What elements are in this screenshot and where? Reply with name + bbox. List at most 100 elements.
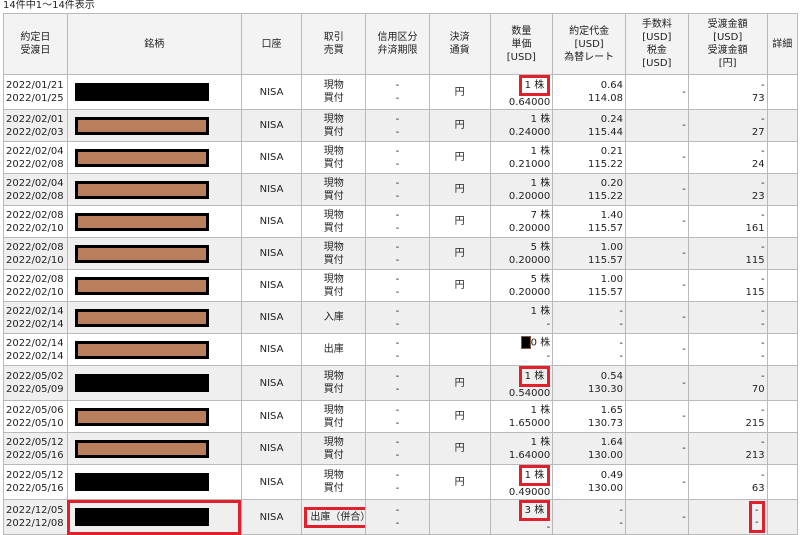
- qty-price-cell: 1 株 1.65000: [489, 400, 554, 433]
- detail-cell[interactable]: [766, 109, 799, 142]
- detail-cell[interactable]: [766, 400, 799, 433]
- qty-highlight: 1 株: [518, 75, 551, 96]
- detail-cell[interactable]: [766, 499, 799, 535]
- table-row: 2022/01/21 2022/01/25 NISA 現物 買付 - - 円 1 株 0.6400…: [3, 74, 799, 110]
- redacted-stock-name: [74, 83, 209, 101]
- table-row: 2022/02/04 2022/02/08 NISA 現物 買付 - - 円 1 株 0.2000…: [3, 173, 799, 206]
- redacted-stock-name: [74, 244, 209, 263]
- recv-highlight: --: [749, 501, 765, 533]
- credit-cell: --: [365, 499, 430, 535]
- stock-name-cell[interactable]: [66, 464, 242, 500]
- trade-date-cell: 2022/01/21 2022/01/25: [3, 74, 68, 110]
- qty-price-cell: 1 株 1.64000: [489, 432, 554, 465]
- col-header-detail: 詳細: [766, 13, 799, 75]
- stock-name-cell[interactable]: [66, 269, 242, 302]
- qty-price-cell: 0 株-: [489, 333, 554, 366]
- detail-cell[interactable]: [766, 301, 799, 334]
- stock-name-cell[interactable]: [66, 301, 242, 334]
- fee-tax-cell: -: [625, 109, 689, 142]
- fee-tax-cell: -: [625, 400, 689, 433]
- credit-cell: --: [365, 74, 430, 110]
- account-cell: NISA: [240, 109, 303, 142]
- detail-cell[interactable]: [766, 205, 799, 238]
- redacted-stock-name: [74, 439, 209, 458]
- col-header-account: 口座: [240, 13, 303, 75]
- col-header-settle: 決済 通貨: [428, 13, 491, 75]
- amount-rate-cell: 1.00 115.57: [552, 237, 627, 270]
- stock-name-cell[interactable]: [66, 74, 242, 110]
- credit-cell: --: [365, 432, 430, 465]
- detail-cell[interactable]: [766, 432, 799, 465]
- qty-price-cell: 1 株 0.20000: [489, 173, 554, 206]
- col-header-date[interactable]: 約定日 受渡日: [3, 13, 68, 75]
- col-header-recv: 受渡金額 [USD] 受渡金額 [円]: [687, 13, 768, 75]
- trade-type-cell: 現物 買付: [301, 237, 367, 270]
- account-cell: NISA: [240, 333, 303, 366]
- settlement-amount-cell: --: [687, 499, 768, 535]
- trade-date-cell: 2022/02/04 2022/02/08: [3, 141, 68, 174]
- amount-rate-cell: 1.64 130.00: [552, 432, 627, 465]
- credit-cell: --: [365, 269, 430, 302]
- amount-rate-cell: --: [552, 499, 627, 535]
- credit-cell: --: [365, 141, 430, 174]
- stock-name-cell[interactable]: [66, 141, 242, 174]
- trade-type-cell: 現物 買付: [301, 109, 367, 142]
- stock-name-cell[interactable]: [66, 400, 242, 433]
- table-row: 2022/02/08 2022/02/10 NISA 現物 買付 - - 円 7 株 0.2000…: [3, 205, 799, 238]
- trade-date-cell: 2022/02/14 2022/02/14: [3, 333, 68, 366]
- amount-rate-cell: 1.65 130.73: [552, 400, 627, 433]
- detail-cell[interactable]: [766, 237, 799, 270]
- stock-name-cell[interactable]: [66, 432, 242, 465]
- qty-price-cell: 7 株 0.20000: [489, 205, 554, 238]
- fee-tax-cell: -: [625, 237, 689, 270]
- qty-highlight: 1 株: [518, 465, 551, 486]
- detail-cell[interactable]: [766, 365, 799, 401]
- currency-cell: 円: [428, 400, 491, 433]
- stock-name-cell[interactable]: [66, 173, 242, 206]
- stock-name-cell[interactable]: [66, 499, 242, 535]
- settlement-amount-cell: -215: [687, 400, 768, 433]
- settlement-amount-cell: -73: [687, 74, 768, 110]
- table-header-row: 約定日 受渡日 銘柄 口座 取引 売買 信用区分 弁済期限 決済 通貨 数量 単価 [USD…: [3, 13, 799, 75]
- detail-cell[interactable]: [766, 141, 799, 174]
- stock-name-cell[interactable]: [66, 205, 242, 238]
- redacted-stock-name: [74, 374, 209, 392]
- account-cell: NISA: [240, 141, 303, 174]
- detail-cell[interactable]: [766, 74, 799, 110]
- currency-cell: 円: [428, 74, 491, 110]
- redacted-stock-name: [74, 340, 209, 359]
- table-row: 2022/05/12 2022/05/16 NISA 現物 買付 - - 円 1 株 1.6400…: [3, 432, 799, 465]
- stock-name-cell[interactable]: [66, 109, 242, 142]
- currency-cell: 円: [428, 269, 491, 302]
- currency-cell: 円: [428, 205, 491, 238]
- currency-cell: 円: [428, 237, 491, 270]
- fee-tax-cell: -: [625, 432, 689, 465]
- trade-type-cell: 出庫: [301, 333, 367, 366]
- detail-cell[interactable]: [766, 173, 799, 206]
- stock-name-cell[interactable]: [66, 333, 242, 366]
- settlement-amount-cell: --: [687, 301, 768, 334]
- credit-cell: --: [365, 173, 430, 206]
- stock-name-cell[interactable]: [66, 237, 242, 270]
- account-cell: NISA: [240, 301, 303, 334]
- amount-rate-cell: 0.49 130.00: [552, 464, 627, 500]
- trade-date-cell: 2022/05/12 2022/05/16: [3, 464, 68, 500]
- transaction-history-table: 約定日 受渡日 銘柄 口座 取引 売買 信用区分 弁済期限 決済 通貨 数量 単価 [USD…: [3, 13, 799, 535]
- currency-cell: [428, 499, 491, 535]
- col-header-stock[interactable]: 銘柄: [66, 13, 242, 75]
- stock-name-cell[interactable]: [66, 365, 242, 401]
- detail-cell[interactable]: [766, 464, 799, 500]
- amount-rate-cell: --: [552, 333, 627, 366]
- detail-cell[interactable]: [766, 269, 799, 302]
- redacted-stock-name: [74, 276, 209, 295]
- detail-cell[interactable]: [766, 333, 799, 366]
- redacted-stock-name: [74, 116, 209, 135]
- table-row: 2022/12/05 2022/12/08 NISA 出庫（併合） - -3 株-----…: [3, 499, 799, 535]
- currency-cell: 円: [428, 464, 491, 500]
- trade-date-cell: 2022/05/02 2022/05/09: [3, 365, 68, 401]
- settlement-amount-cell: -24: [687, 141, 768, 174]
- qty-price-cell: 1 株 0.49000: [489, 464, 554, 500]
- account-cell: NISA: [240, 464, 303, 500]
- credit-cell: --: [365, 205, 430, 238]
- account-cell: NISA: [240, 365, 303, 401]
